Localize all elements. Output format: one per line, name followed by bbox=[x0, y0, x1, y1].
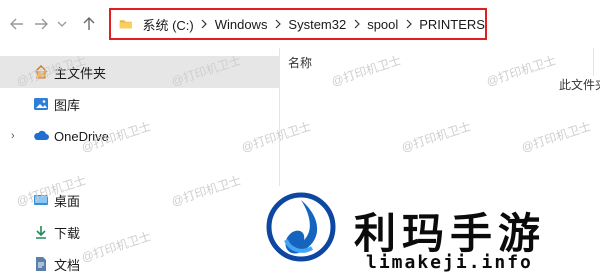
forward-button[interactable] bbox=[30, 12, 52, 36]
chevron-down-icon bbox=[57, 21, 67, 27]
sidebar-item-home[interactable]: 主文件夹 bbox=[0, 56, 279, 88]
breadcrumb-spool[interactable]: spool bbox=[367, 17, 398, 32]
sidebar-item-documents[interactable]: 文档 bbox=[0, 248, 279, 280]
breadcrumb-printers[interactable]: PRINTERS bbox=[419, 17, 485, 32]
breadcrumb-windows[interactable]: Windows bbox=[215, 17, 268, 32]
arrow-up-icon bbox=[83, 17, 95, 30]
sidebar-item-label: 桌面 bbox=[54, 193, 81, 209]
breadcrumb-drive[interactable]: 系统 (C:) bbox=[142, 15, 193, 34]
download-icon bbox=[36, 226, 46, 239]
expand-chevron-icon[interactable]: › bbox=[11, 130, 15, 142]
sidebar-item-label: 文档 bbox=[54, 257, 81, 273]
sidebar-item-label: 下载 bbox=[54, 225, 81, 241]
toolbar: 系统 (C:) Windows System32 spool PRINTERS bbox=[0, 0, 600, 48]
navigation-pane: 主文件夹 图库 › OneDrive 桌面 下载 文档 bbox=[0, 48, 279, 277]
brand-logo-icon bbox=[266, 192, 336, 262]
brand-subtitle: limakeji.info bbox=[366, 252, 533, 273]
cloud-icon bbox=[34, 130, 49, 140]
arrow-right-icon bbox=[35, 18, 48, 30]
column-header-name[interactable]: 名称 bbox=[288, 54, 312, 71]
sidebar-item-label: OneDrive bbox=[54, 128, 109, 144]
empty-folder-message: 此文件夹 bbox=[559, 78, 600, 92]
brand-overlay: 利玛手游 limakeji.info bbox=[258, 186, 600, 277]
desktop-icon bbox=[34, 195, 48, 205]
breadcrumb-separator-icon[interactable] bbox=[273, 18, 282, 30]
sidebar-item-gallery[interactable]: 图库 bbox=[0, 88, 279, 120]
address-bar[interactable]: 系统 (C:) Windows System32 spool PRINTERS bbox=[109, 8, 487, 40]
breadcrumb-separator-icon[interactable] bbox=[352, 18, 361, 30]
gallery-icon bbox=[34, 98, 48, 110]
recent-locations-button[interactable] bbox=[55, 12, 69, 36]
document-icon bbox=[36, 257, 46, 271]
folder-icon bbox=[119, 20, 132, 29]
breadcrumb-separator-icon[interactable] bbox=[200, 18, 209, 30]
sidebar-item-label: 主文件夹 bbox=[54, 65, 107, 81]
column-divider[interactable] bbox=[593, 48, 594, 76]
sidebar-item-onedrive[interactable]: › OneDrive bbox=[0, 120, 279, 152]
sidebar-item-downloads[interactable]: 下载 bbox=[0, 216, 279, 248]
sidebar-item-label: 图库 bbox=[54, 97, 81, 113]
back-button[interactable] bbox=[6, 12, 28, 36]
sidebar-item-desktop[interactable]: 桌面 bbox=[0, 184, 279, 216]
arrow-left-icon bbox=[10, 18, 23, 30]
breadcrumb-separator-icon[interactable] bbox=[404, 18, 413, 30]
breadcrumb-system32[interactable]: System32 bbox=[288, 17, 346, 32]
home-icon bbox=[34, 64, 48, 79]
up-button[interactable] bbox=[78, 12, 100, 36]
